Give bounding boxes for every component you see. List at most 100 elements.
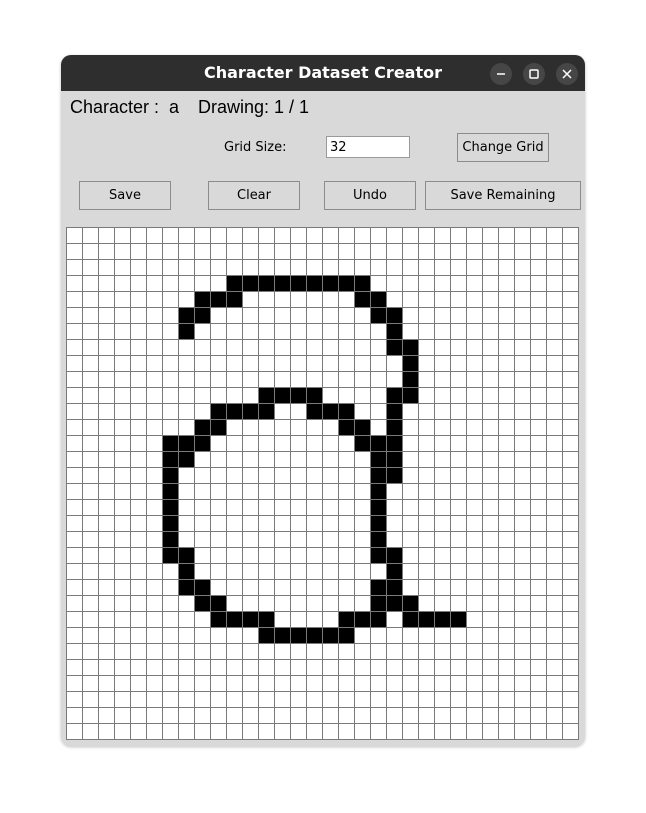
grid-cell[interactable]	[242, 579, 259, 596]
grid-cell[interactable]	[450, 691, 467, 708]
grid-cell[interactable]	[290, 515, 307, 532]
grid-cell[interactable]	[322, 707, 339, 724]
grid-cell[interactable]	[162, 339, 179, 356]
grid-cell-filled[interactable]	[258, 403, 275, 420]
grid-cell[interactable]	[82, 339, 99, 356]
grid-cell[interactable]	[370, 723, 387, 740]
grid-cell-filled[interactable]	[306, 387, 323, 404]
grid-cell[interactable]	[162, 627, 179, 644]
grid-cell[interactable]	[482, 387, 499, 404]
grid-cell[interactable]	[258, 707, 275, 724]
grid-cell[interactable]	[354, 243, 371, 260]
grid-cell-filled[interactable]	[354, 611, 371, 628]
grid-cell[interactable]	[82, 579, 99, 596]
grid-cell[interactable]	[530, 467, 547, 484]
grid-cell[interactable]	[130, 371, 147, 388]
grid-cell[interactable]	[82, 627, 99, 644]
grid-cell[interactable]	[530, 499, 547, 516]
grid-cell[interactable]	[546, 227, 563, 244]
grid-cell-filled[interactable]	[386, 387, 403, 404]
grid-cell[interactable]	[226, 307, 243, 324]
grid-cell[interactable]	[82, 483, 99, 500]
grid-cell[interactable]	[98, 403, 115, 420]
grid-cell-filled[interactable]	[386, 419, 403, 436]
grid-cell[interactable]	[162, 243, 179, 260]
grid-cell[interactable]	[258, 723, 275, 740]
grid-cell[interactable]	[210, 675, 227, 692]
grid-cell[interactable]	[546, 371, 563, 388]
grid-cell[interactable]	[178, 371, 195, 388]
grid-cell[interactable]	[194, 627, 211, 644]
grid-cell[interactable]	[338, 259, 355, 276]
grid-cell[interactable]	[498, 323, 515, 340]
grid-cell[interactable]	[82, 611, 99, 628]
grid-cell[interactable]	[434, 723, 451, 740]
grid-cell[interactable]	[210, 259, 227, 276]
grid-cell[interactable]	[450, 451, 467, 468]
grid-cell[interactable]	[82, 291, 99, 308]
grid-cell[interactable]	[242, 291, 259, 308]
grid-cell[interactable]	[482, 339, 499, 356]
grid-cell[interactable]	[354, 643, 371, 660]
grid-cell[interactable]	[402, 515, 419, 532]
grid-cell[interactable]	[482, 499, 499, 516]
grid-cell[interactable]	[114, 259, 131, 276]
grid-cell[interactable]	[514, 339, 531, 356]
grid-cell[interactable]	[274, 419, 291, 436]
grid-cell[interactable]	[354, 627, 371, 644]
grid-cell[interactable]	[226, 515, 243, 532]
grid-cell-filled[interactable]	[370, 435, 387, 452]
grid-cell[interactable]	[130, 387, 147, 404]
grid-cell-filled[interactable]	[354, 419, 371, 436]
grid-cell[interactable]	[354, 723, 371, 740]
grid-cell[interactable]	[386, 643, 403, 660]
grid-cell[interactable]	[514, 675, 531, 692]
grid-cell[interactable]	[434, 467, 451, 484]
grid-cell[interactable]	[178, 387, 195, 404]
grid-cell-filled[interactable]	[226, 275, 243, 292]
grid-cell[interactable]	[482, 643, 499, 660]
grid-cell[interactable]	[402, 707, 419, 724]
grid-cell[interactable]	[338, 515, 355, 532]
grid-cell[interactable]	[114, 579, 131, 596]
grid-cell[interactable]	[546, 323, 563, 340]
grid-cell[interactable]	[146, 451, 163, 468]
grid-cell[interactable]	[402, 691, 419, 708]
grid-cell[interactable]	[530, 483, 547, 500]
grid-cell[interactable]	[338, 723, 355, 740]
grid-cell[interactable]	[130, 323, 147, 340]
grid-cell[interactable]	[130, 467, 147, 484]
grid-cell[interactable]	[434, 707, 451, 724]
grid-cell[interactable]	[162, 675, 179, 692]
grid-cell[interactable]	[354, 675, 371, 692]
grid-cell[interactable]	[514, 707, 531, 724]
grid-cell[interactable]	[178, 515, 195, 532]
minimize-button[interactable]	[490, 63, 512, 85]
grid-cell[interactable]	[466, 515, 483, 532]
grid-cell[interactable]	[258, 483, 275, 500]
grid-cell[interactable]	[146, 531, 163, 548]
grid-cell[interactable]	[322, 579, 339, 596]
grid-cell[interactable]	[194, 275, 211, 292]
grid-cell[interactable]	[530, 307, 547, 324]
grid-cell-filled[interactable]	[386, 339, 403, 356]
grid-cell[interactable]	[162, 355, 179, 372]
grid-cell[interactable]	[322, 499, 339, 516]
grid-cell[interactable]	[226, 643, 243, 660]
grid-cell[interactable]	[530, 531, 547, 548]
grid-cell[interactable]	[546, 355, 563, 372]
grid-cell[interactable]	[226, 563, 243, 580]
grid-cell[interactable]	[226, 659, 243, 676]
grid-cell[interactable]	[466, 259, 483, 276]
grid-cell[interactable]	[194, 467, 211, 484]
grid-cell[interactable]	[226, 499, 243, 516]
grid-cell[interactable]	[274, 611, 291, 628]
grid-cell[interactable]	[98, 611, 115, 628]
grid-cell[interactable]	[434, 515, 451, 532]
grid-cell[interactable]	[66, 467, 83, 484]
grid-cell[interactable]	[146, 435, 163, 452]
grid-cell-filled[interactable]	[338, 627, 355, 644]
grid-cell[interactable]	[258, 499, 275, 516]
grid-cell[interactable]	[562, 307, 579, 324]
grid-cell[interactable]	[370, 355, 387, 372]
